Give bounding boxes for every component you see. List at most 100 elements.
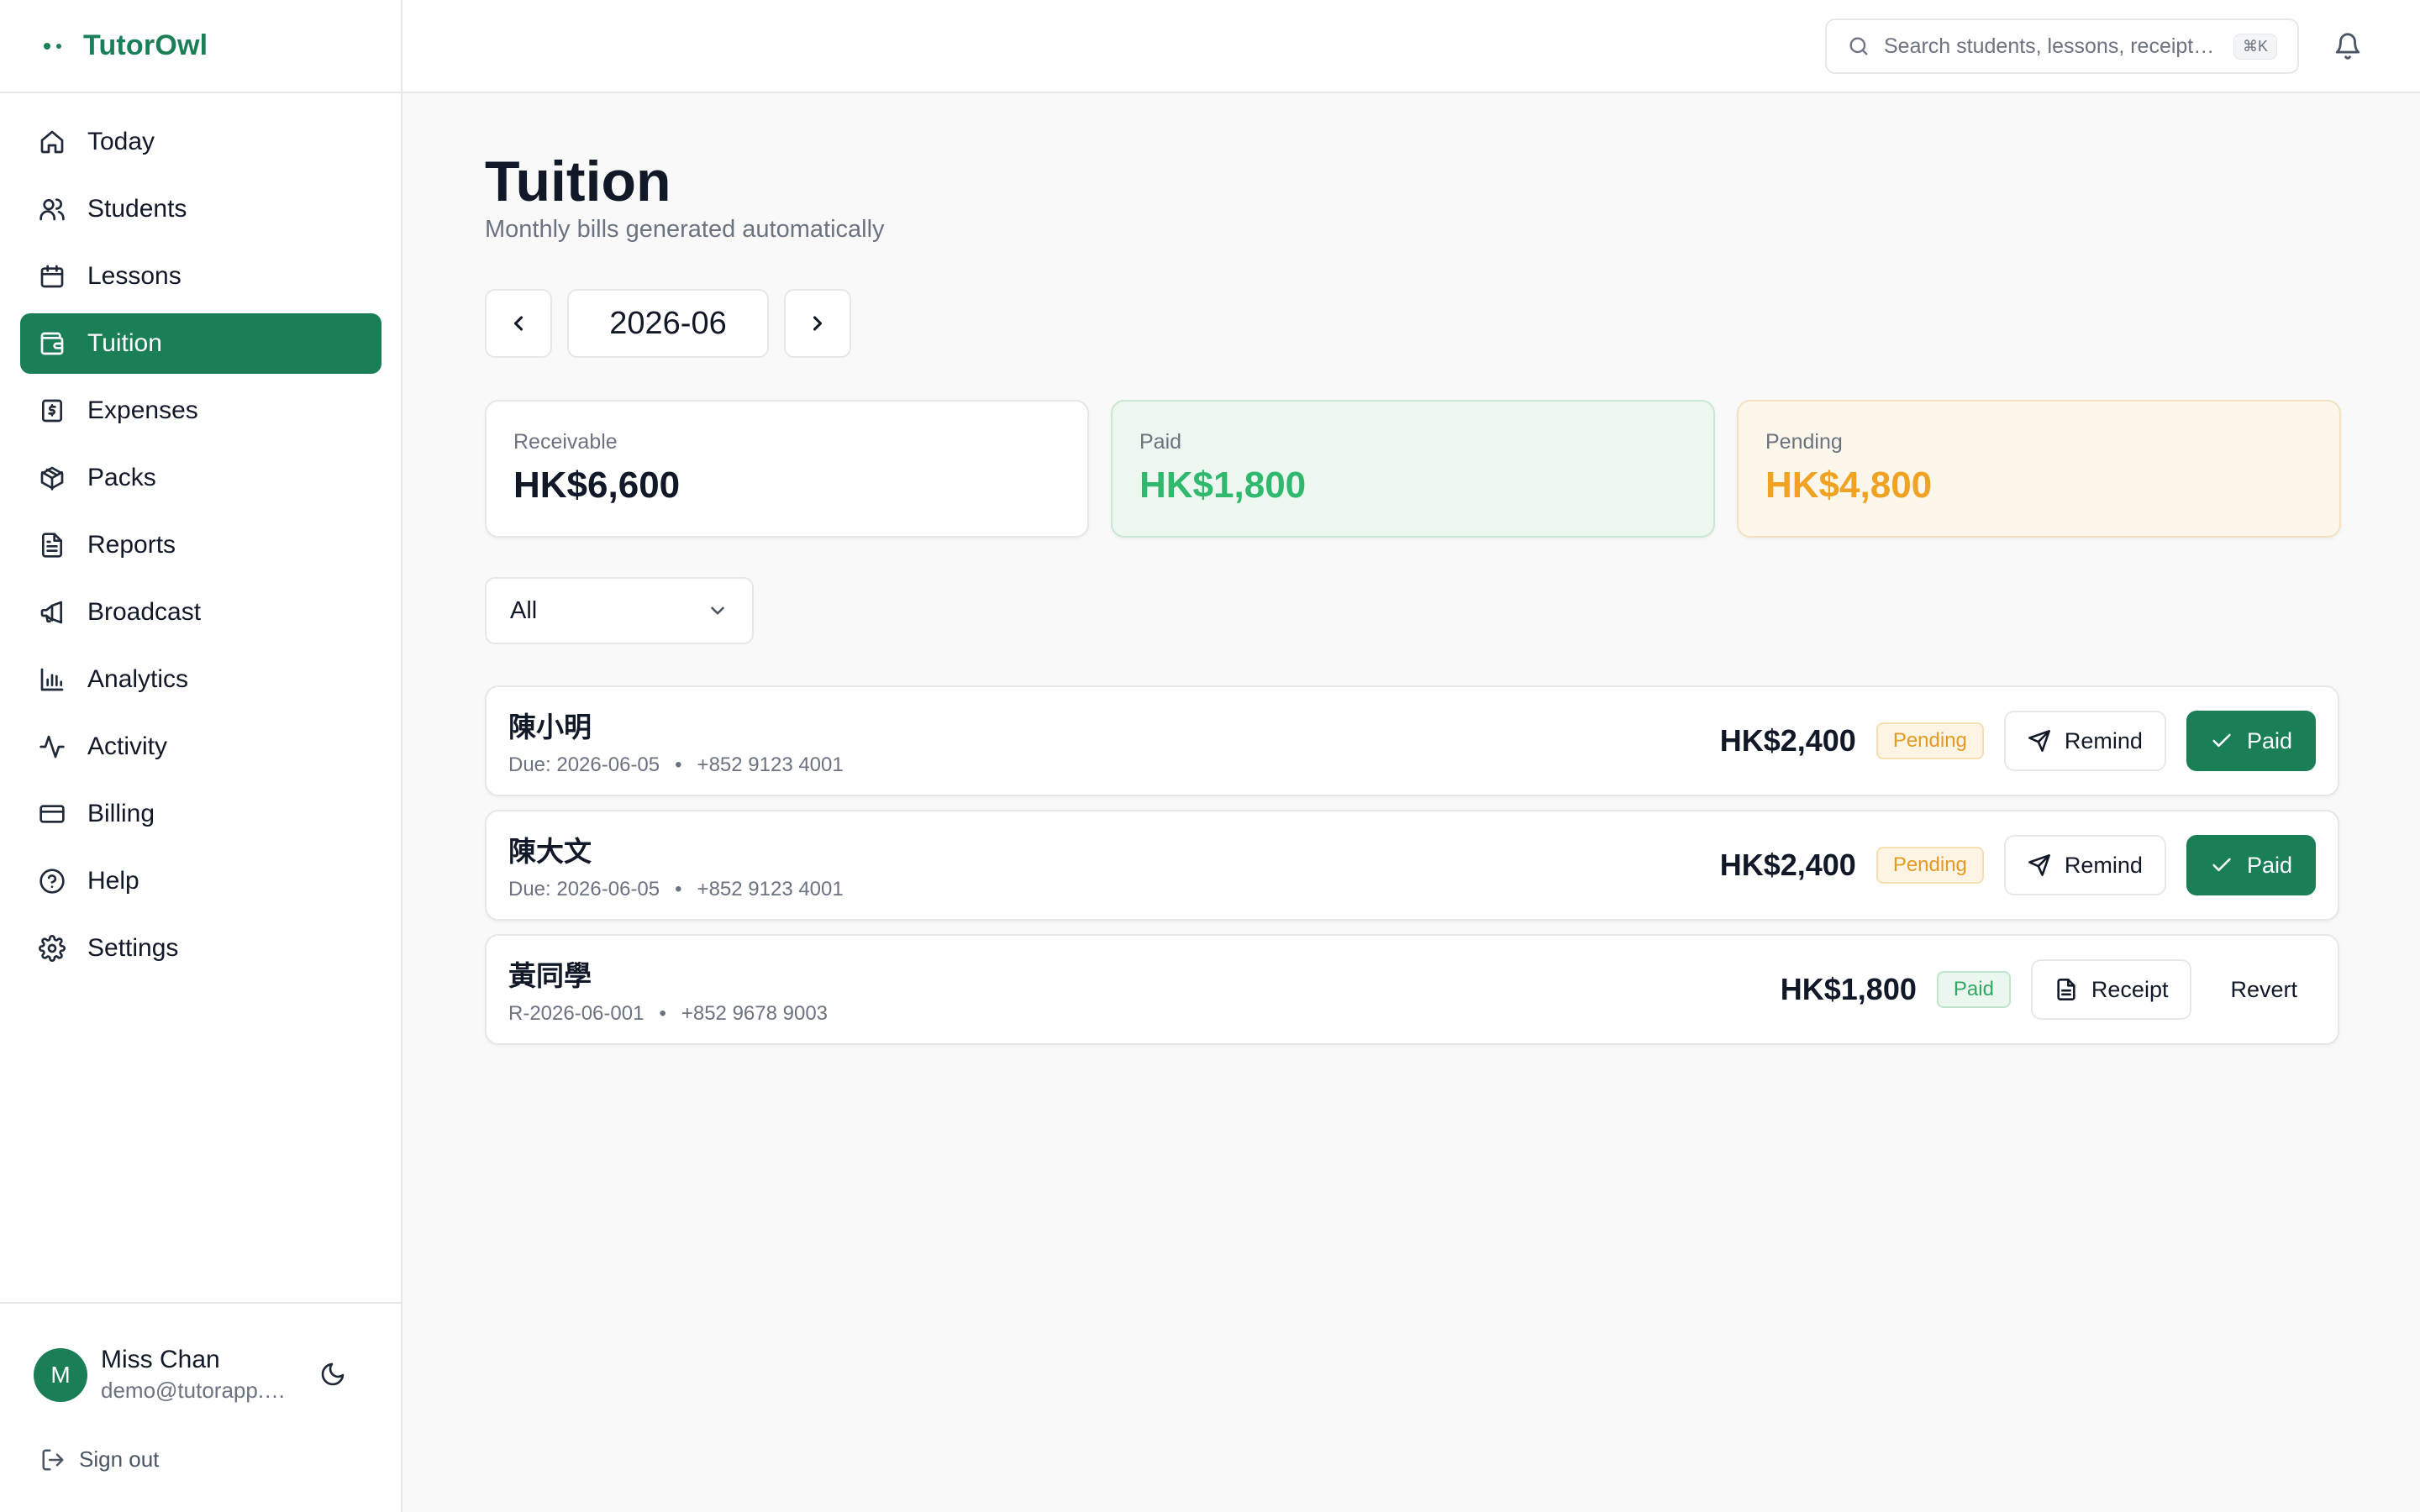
- check-icon: [2212, 733, 2231, 748]
- sidebar-item-settings[interactable]: Settings: [20, 918, 381, 979]
- avatar: M: [34, 1347, 87, 1402]
- mark-paid-label: Paid: [2246, 852, 2292, 878]
- bar-chart-icon: [39, 666, 66, 693]
- student-name: 陳大文: [508, 835, 592, 868]
- top-bar: Search students, lessons, receipts… ⌘K: [402, 0, 2420, 93]
- receipt-number: R-2026-06-001: [508, 1002, 644, 1025]
- sidebar-item-tuition[interactable]: Tuition: [20, 313, 381, 374]
- remind-label: Remind: [2064, 852, 2143, 878]
- theme-toggle-button[interactable]: [316, 1357, 350, 1391]
- users-icon: [39, 196, 66, 223]
- sidebar-item-reports[interactable]: Reports: [20, 515, 381, 575]
- remind-button[interactable]: Remind: [2003, 711, 2166, 771]
- paid-label: Paid: [1139, 430, 1182, 454]
- chevron-right-icon: [813, 316, 823, 331]
- search-icon: [1849, 37, 1868, 55]
- phone-number: +852 9123 4001: [697, 753, 844, 776]
- previous-month-button[interactable]: [485, 289, 552, 358]
- check-icon: [2212, 858, 2231, 872]
- sidebar-item-label: Reports: [87, 531, 176, 559]
- sidebar-item-packs[interactable]: Packs: [20, 448, 381, 508]
- search-placeholder: Search students, lessons, receipts…: [1884, 34, 2220, 58]
- chevron-left-icon: [513, 316, 523, 331]
- sidebar-item-today[interactable]: Today: [20, 112, 381, 172]
- sidebar-item-expenses[interactable]: Expenses: [20, 381, 381, 441]
- sidebar-item-lessons[interactable]: Lessons: [20, 246, 381, 307]
- sidebar-item-label: Expenses: [87, 396, 198, 424]
- receivable-card: Receivable HK$6,600: [485, 400, 1089, 538]
- chevron-down-icon: [711, 606, 724, 615]
- help-circle-icon: [39, 868, 66, 895]
- app-name: TutorOwl: [83, 29, 208, 61]
- moon-icon: [321, 1362, 345, 1386]
- remind-button[interactable]: Remind: [2003, 835, 2166, 895]
- sign-out-label: Sign out: [79, 1446, 160, 1472]
- receipt-button[interactable]: Receipt: [2030, 959, 2192, 1020]
- bill-list: 陳小明 Due: 2026-06-05 • +852 9123 4001 HK$…: [485, 685, 2339, 1058]
- sidebar-item-label: Lessons: [87, 262, 182, 290]
- sidebar-item-broadcast[interactable]: Broadcast: [20, 582, 381, 643]
- sidebar-item-help[interactable]: Help: [20, 851, 381, 911]
- bill-amount: HK$2,400: [1719, 848, 1856, 882]
- student-name: 陳小明: [508, 711, 592, 743]
- credit-card-icon: [39, 801, 66, 827]
- file-text-icon: [39, 532, 66, 559]
- sidebar-item-label: Tuition: [87, 329, 162, 357]
- sidebar-item-label: Students: [87, 195, 187, 223]
- send-icon: [2028, 854, 2050, 876]
- status-badge: Pending: [1876, 722, 1984, 759]
- receivable-value: HK$6,600: [513, 465, 681, 506]
- wallet-icon: [39, 330, 66, 357]
- user-profile[interactable]: M Miss Chan demo@tutorapp.…: [34, 1346, 287, 1404]
- receivable-label: Receivable: [513, 430, 618, 454]
- sidebar-item-label: Help: [87, 867, 139, 895]
- due-date: Due: 2026-06-05: [508, 753, 660, 776]
- activity-icon: [39, 733, 66, 760]
- status-badge: Paid: [1936, 971, 2011, 1008]
- phone-number: +852 9123 4001: [697, 878, 844, 900]
- notifications-button[interactable]: [2333, 32, 2362, 60]
- mark-paid-button[interactable]: Paid: [2186, 835, 2316, 895]
- pending-value: HK$4,800: [1765, 465, 1933, 506]
- user-email: demo@tutorapp.…: [101, 1378, 287, 1403]
- sidebar-item-label: Today: [87, 128, 155, 155]
- sidebar-item-students[interactable]: Students: [20, 179, 381, 239]
- remind-label: Remind: [2064, 727, 2143, 753]
- sidebar-item-billing[interactable]: Billing: [20, 784, 381, 844]
- sidebar-item-label: Settings: [87, 934, 179, 962]
- current-month[interactable]: 2026-06: [567, 289, 769, 358]
- sidebar-item-activity[interactable]: Activity: [20, 717, 381, 777]
- student-name: 黃同學: [508, 959, 592, 992]
- page-title: Tuition: [485, 150, 671, 213]
- owl-logo-icon: [44, 42, 61, 50]
- sidebar-item-analytics[interactable]: Analytics: [20, 649, 381, 710]
- sidebar: TutorOwl Today Students Lessons Tuition …: [0, 0, 402, 1512]
- bill-row: 陳小明 Due: 2026-06-05 • +852 9123 4001 HK$…: [485, 685, 2339, 796]
- status-filter-select[interactable]: All: [485, 577, 754, 644]
- receipt-label: Receipt: [2091, 976, 2169, 1002]
- file-text-icon: [2057, 979, 2075, 1000]
- separator-dot: •: [675, 753, 682, 776]
- mark-paid-button[interactable]: Paid: [2186, 711, 2316, 771]
- summary-cards: Receivable HK$6,600 Paid HK$1,800 Pendin…: [485, 400, 2341, 538]
- sidebar-footer: M Miss Chan demo@tutorapp.… Sign out: [0, 1302, 401, 1512]
- revert-button[interactable]: Revert: [2212, 959, 2316, 1020]
- separator-dot: •: [675, 878, 682, 900]
- search-input[interactable]: Search students, lessons, receipts… ⌘K: [1825, 18, 2299, 74]
- receipt-icon: [39, 397, 66, 424]
- next-month-button[interactable]: [784, 289, 851, 358]
- sidebar-item-label: Activity: [87, 732, 168, 760]
- bill-amount: HK$1,800: [1780, 972, 1917, 1006]
- megaphone-icon: [39, 599, 66, 626]
- sign-out-button[interactable]: Sign out: [40, 1446, 159, 1473]
- sidebar-item-label: Analytics: [87, 665, 189, 693]
- package-icon: [39, 465, 66, 491]
- bill-amount: HK$2,400: [1719, 723, 1856, 758]
- brand[interactable]: TutorOwl: [0, 0, 401, 93]
- send-icon: [2028, 730, 2050, 752]
- keyboard-shortcut-badge: ⌘K: [2233, 33, 2277, 60]
- pending-label: Pending: [1765, 430, 1843, 454]
- filter-value: All: [510, 596, 538, 624]
- pending-card: Pending HK$4,800: [1737, 400, 2341, 538]
- due-date: Due: 2026-06-05: [508, 878, 660, 900]
